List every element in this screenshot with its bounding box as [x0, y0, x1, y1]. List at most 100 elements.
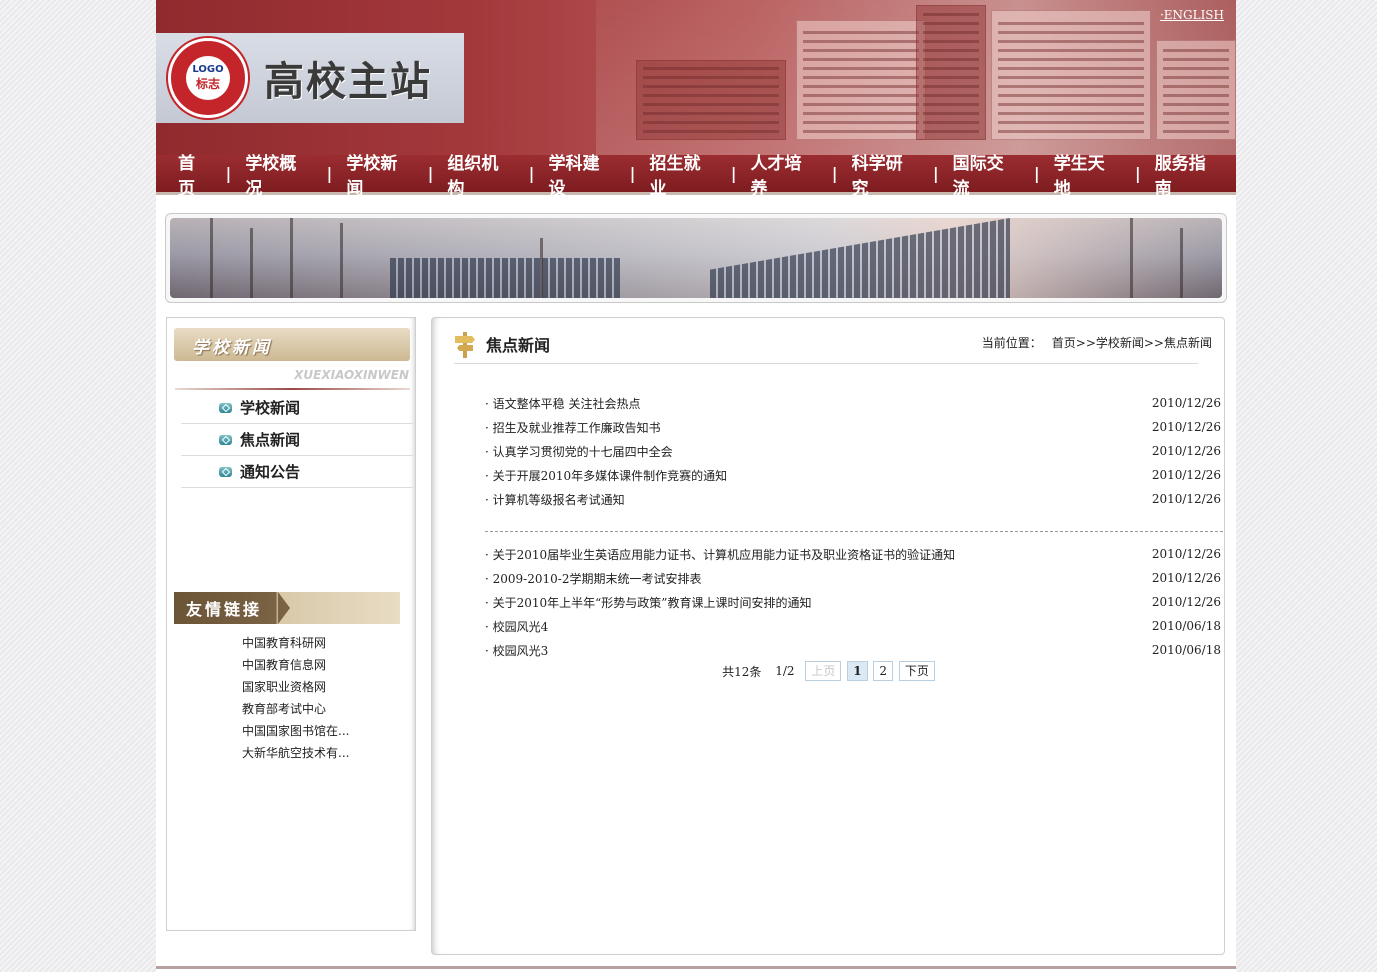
breadcrumb-path[interactable]: 首页>>学校新闻>>焦点新闻 [1052, 336, 1212, 350]
building-shape [1156, 40, 1236, 140]
news-item: · 关于开展2010年多媒体课件制作竞赛的通知 2010/12/26 [485, 463, 1223, 487]
news-item: · 校园风光4 2010/06/18 [485, 614, 1223, 638]
nav-item-organization: 组织机构 | [433, 149, 534, 199]
nav-item-disciplines: 学科建设 | [534, 149, 635, 199]
nav-link[interactable]: 招生就业 [636, 149, 731, 199]
logo-area[interactable]: LOGO 标志 高校主站 [156, 33, 464, 123]
friend-link[interactable]: 中国教育科研网 [242, 636, 326, 650]
nav-item-training: 人才培养 | [737, 149, 838, 199]
news-link[interactable]: · 计算机等级报名考试通知 [485, 491, 625, 508]
news-link[interactable]: · 校园风光4 [485, 618, 548, 635]
banner-tree-shape [1180, 228, 1183, 298]
news-link[interactable]: · 招生及就业推荐工作廉政告知书 [485, 419, 661, 436]
nav-link[interactable]: 人才培养 [737, 149, 832, 199]
page-2-button[interactable]: 2 [873, 661, 894, 681]
banner-image [170, 218, 1222, 298]
sidebar-subtitle: XUEXIAOXINWEN [294, 368, 409, 382]
friend-link[interactable]: 国家职业资格网 [242, 680, 326, 694]
news-item: · 2009-2010-2学期期末统一考试安排表 2010/12/26 [485, 566, 1223, 590]
nav-item-international: 国际交流 | [939, 149, 1040, 199]
friend-links: 中国教育科研网 中国教育信息网 国家职业资格网 教育部考试中心 中国国家图书馆在… [242, 634, 349, 766]
sidebar-item-label[interactable]: 通知公告 [240, 461, 300, 482]
friend-link[interactable]: 大新华航空技术有... [242, 746, 349, 760]
news-item: · 关于2010年上半年“形势与政策”教育课上课时间安排的通知 2010/12/2… [485, 590, 1223, 614]
news-item: · 校园风光3 2010/06/18 [485, 638, 1223, 662]
nav-item-home: 首页 | [164, 149, 231, 199]
news-date: 2010/12/26 [1151, 595, 1221, 609]
banner-tree-shape [290, 218, 293, 298]
links-title-bar: 友情链接 [174, 592, 400, 624]
building-shape [916, 5, 986, 140]
news-link[interactable]: · 语文整体平稳 关注社会热点 [485, 395, 640, 412]
sidebar-title-bar: 学校新闻 [174, 328, 410, 361]
logo-text-top: LOGO [192, 64, 224, 75]
friend-link[interactable]: 中国国家图书馆在... [242, 724, 349, 738]
pagination: 共12条 1/2 上页 1 2 下页 [432, 661, 1226, 681]
pagination-page-of: 1/2 [775, 664, 795, 678]
nav-item-services: 服务指南 [1141, 149, 1236, 199]
breadcrumb: 当前位置： 首页>>学校新闻>>焦点新闻 [982, 334, 1212, 351]
links-title: 友情链接 [186, 600, 263, 619]
news-item: · 关于2010届毕业生英语应用能力证书、计算机应用能力证书及职业资格证书的验证… [485, 542, 1223, 566]
main-nav: 首页 | 学校概况 | 学校新闻 | 组织机构 | 学科建设 | 招生就业 | 人才培养 | … [156, 154, 1236, 199]
nav-link[interactable]: 组织机构 [433, 149, 528, 199]
bullet-icon [219, 402, 232, 413]
bullet-icon [219, 434, 232, 445]
sidebar-item-label[interactable]: 焦点新闻 [240, 429, 300, 450]
logo-icon: LOGO 标志 [168, 38, 248, 118]
news-date: 2010/12/26 [1151, 396, 1221, 410]
news-link[interactable]: · 2009-2010-2学期期末统一考试安排表 [485, 570, 701, 587]
footer-divider [156, 966, 1236, 969]
news-item: · 认真学习贯彻党的十七届四中全会 2010/12/26 [485, 439, 1223, 463]
nav-link[interactable]: 国际交流 [939, 149, 1034, 199]
news-date: 2010/12/26 [1151, 571, 1221, 585]
news-divider [485, 511, 1223, 532]
sidebar-item-school-news[interactable]: 学校新闻 [181, 392, 413, 424]
sidebar-item-notices[interactable]: 通知公告 [181, 456, 413, 488]
link-item: 大新华航空技术有... [242, 744, 349, 766]
news-list: · 语文整体平稳 关注社会热点 2010/12/26 · 招生及就业推荐工作廉政告… [485, 391, 1223, 662]
nav-item-news: 学校新闻 | [332, 149, 433, 199]
page-1-button[interactable]: 1 [847, 661, 868, 681]
nav-item-admission: 招生就业 | [636, 149, 737, 199]
sidebar-item-focus-news[interactable]: 焦点新闻 [181, 424, 413, 456]
news-link[interactable]: · 关于开展2010年多媒体课件制作竞赛的通知 [485, 467, 727, 484]
site-title: 高校主站 [264, 58, 432, 105]
banner [165, 213, 1227, 303]
english-link[interactable]: ·ENGLISH [1160, 8, 1224, 22]
news-link[interactable]: · 校园风光3 [485, 642, 548, 659]
nav-link[interactable]: 学校概况 [231, 149, 326, 199]
sidebar-item-label[interactable]: 学校新闻 [240, 397, 300, 418]
content-header: 焦点新闻 当前位置： 首页>>学校新闻>>焦点新闻 [454, 326, 1212, 364]
main-content: 焦点新闻 当前位置： 首页>>学校新闻>>焦点新闻 · 语文整体平稳 关注社会热点… [431, 317, 1225, 955]
banner-tree-shape [340, 223, 343, 298]
next-page-button[interactable]: 下页 [898, 661, 935, 681]
news-date: 2010/12/26 [1151, 492, 1221, 506]
building-shape [636, 60, 786, 140]
nav-link[interactable]: 学生天地 [1040, 149, 1135, 199]
friend-link[interactable]: 中国教育信息网 [242, 658, 326, 672]
logo-inner: LOGO 标志 [186, 56, 230, 100]
nav-link[interactable]: 科学研究 [838, 149, 933, 199]
news-item: · 语文整体平稳 关注社会热点 2010/12/26 [485, 391, 1223, 415]
news-date: 2010/06/18 [1151, 643, 1221, 657]
news-link[interactable]: · 认真学习贯彻党的十七届四中全会 [485, 443, 673, 460]
link-item: 国家职业资格网 [242, 678, 349, 700]
nav-link[interactable]: 学校新闻 [332, 149, 427, 199]
page-wrapper: LOGO 标志 高校主站 ·ENGLISH 首页 | 学校概况 | 学校新闻 | 组织… [156, 0, 1236, 972]
nav-link[interactable]: 首页 [164, 149, 225, 199]
logo-text-bottom: 标志 [195, 77, 220, 91]
prev-page-button[interactable]: 上页 [805, 661, 842, 681]
news-link[interactable]: · 关于2010届毕业生英语应用能力证书、计算机应用能力证书及职业资格证书的验证… [485, 546, 955, 563]
nav-item-students: 学生天地 | [1040, 149, 1141, 199]
news-link[interactable]: · 关于2010年上半年“形势与政策”教育课上课时间安排的通知 [485, 594, 811, 611]
news-date: 2010/12/26 [1151, 468, 1221, 482]
nav-link[interactable]: 服务指南 [1141, 149, 1236, 199]
news-item: · 计算机等级报名考试通知 2010/12/26 [485, 487, 1223, 511]
sidebar-title: 学校新闻 [192, 338, 272, 358]
banner-tree-shape [210, 218, 213, 298]
friend-link[interactable]: 教育部考试中心 [242, 702, 326, 716]
nav-link[interactable]: 学科建设 [534, 149, 629, 199]
page-title: 焦点新闻 [486, 336, 551, 355]
link-item: 中国国家图书馆在... [242, 722, 349, 744]
